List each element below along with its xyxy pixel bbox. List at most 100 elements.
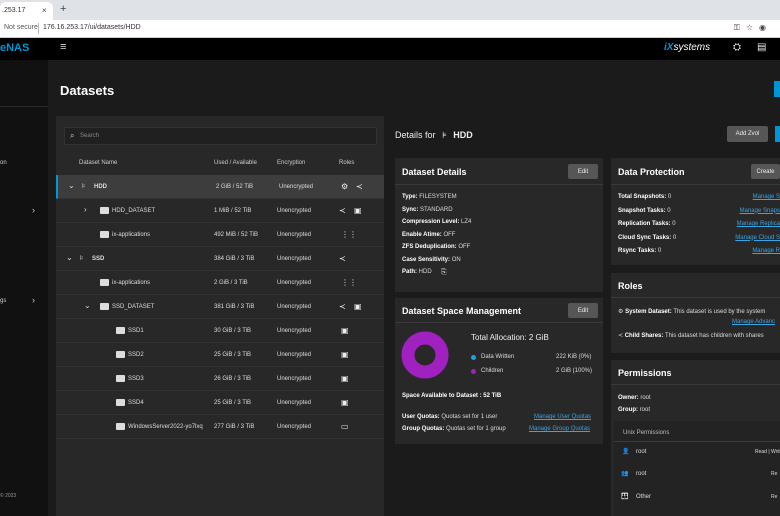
detail-value: LZ4	[461, 219, 472, 225]
details-dataset-name: HDD	[453, 130, 473, 140]
manage-user-quotas-link[interactable]: Manage User Quotas	[534, 414, 591, 420]
menu-icon[interactable]: ≡	[60, 41, 66, 53]
manage-link[interactable]: Manage Cloud S	[735, 235, 780, 241]
new-tab-button[interactable]: +	[60, 3, 66, 15]
space-management-card: Dataset Space Management Edit Total Allo…	[395, 298, 603, 444]
chevron-right-icon[interactable]: ›	[32, 295, 35, 305]
table-row[interactable]: › HDD_DATASET 1 MiB / 52 TiB Unencrypted ≺ ▣	[56, 199, 384, 223]
detail-field: Type: FILESYSTEM	[402, 194, 457, 200]
table-row[interactable]: ix-applications 492 MiB / 52 TiB Unencrypt…	[56, 223, 384, 247]
dataset-name: SSD1	[128, 328, 144, 334]
chevron-right-icon[interactable]: ›	[32, 205, 35, 215]
folder-icon	[116, 423, 125, 430]
address-bar[interactable]: Not secure 176.16.253.17/ui/datasets/HDD…	[0, 20, 780, 38]
truecommand-icon[interactable]: ⛭	[733, 42, 741, 53]
table-row[interactable]: SSD1 30 GiB / 3 TiB Unencrypted ▣	[56, 319, 384, 343]
search-input[interactable]: ⌕ Search	[64, 127, 377, 145]
table-row[interactable]: SSD4 25 GiB / 3 TiB Unencrypted ▣	[56, 391, 384, 415]
protection-key: Rsync Tasks:	[618, 248, 657, 254]
key-icon[interactable]: ⚿	[734, 23, 746, 32]
dataset-used: 2 GiB / 3 TiB	[214, 280, 248, 286]
table-row[interactable]: SSD2 25 GiB / 3 TiB Unencrypted ▣	[56, 343, 384, 367]
sidebar-item-label[interactable]: gs	[0, 298, 6, 304]
app-icon: ▣	[341, 326, 349, 335]
manage-link[interactable]: Manage Snaps	[740, 208, 780, 214]
create-snapshot-button[interactable]: Create	[751, 164, 780, 179]
copy-icon[interactable]: ⎘	[441, 269, 447, 277]
total-allocation: Total Allocation: 2 GiB	[471, 333, 549, 342]
manage-link[interactable]: Manage Replica	[737, 221, 780, 227]
dataset-encryption: Unencrypted	[277, 424, 312, 430]
group-icon: 👥	[621, 471, 629, 477]
detail-field: Sync: STANDARD	[402, 207, 453, 213]
legend-dot-written	[471, 355, 476, 360]
table-row[interactable]: SSD3 26 GiB / 3 TiB Unencrypted ▣	[56, 367, 384, 391]
dataset-used: 30 GiB / 3 TiB	[214, 328, 252, 334]
protection-key: Cloud Sync Tasks:	[618, 234, 672, 241]
ixsystems-logo[interactable]: iXsystems	[664, 42, 710, 53]
tab-title: .253.17	[2, 7, 26, 14]
table-row[interactable]: ⌄ SSD_DATASET 381 GiB / 3 TiB Unencrypted ≺ ▣	[56, 295, 384, 319]
chevron-right-icon[interactable]: ›	[84, 205, 87, 214]
truenas-logo[interactable]: eNAS	[0, 42, 29, 54]
dataset-name: ix-applications	[112, 232, 151, 238]
card-title: Roles	[618, 281, 643, 291]
share-icon: ≺	[618, 333, 624, 339]
owner-field: Owner: root	[618, 395, 651, 401]
roles-card: Roles ⚙ System Dataset: This dataset is …	[611, 273, 780, 353]
edit-button[interactable]: Edit	[568, 164, 598, 179]
perm-entry-value: Read | Writ	[755, 449, 780, 455]
column-header-encryption[interactable]: Encryption	[277, 160, 305, 166]
detail-key: Compression Level:	[402, 219, 460, 225]
sidebar: on › gs › © 2023	[0, 60, 48, 516]
protection-item: Cloud Sync Tasks: 0	[618, 235, 676, 241]
brand-suffix: systems	[673, 42, 711, 53]
manage-link[interactable]: Manage R	[752, 248, 780, 254]
dataset-name: ix-applications	[112, 280, 151, 286]
close-icon[interactable]: ×	[42, 6, 47, 15]
add-zvol-button[interactable]: Add Zvol	[727, 126, 768, 142]
not-secure-label[interactable]: Not secure	[4, 24, 38, 31]
manage-group-quotas-link[interactable]: Manage Group Quotas	[529, 426, 590, 432]
dataset-details-card: Dataset Details Edit Type: FILESYSTEM Syn…	[395, 158, 603, 292]
detail-key: Sync:	[402, 206, 419, 213]
folder-icon	[100, 207, 109, 214]
edit-button[interactable]: Edit	[568, 303, 598, 318]
share-icon: ≺	[339, 254, 346, 263]
add-dataset-button[interactable]	[774, 81, 780, 97]
browser-tab[interactable]: .253.17 ×	[0, 2, 53, 20]
add-dataset-button-2[interactable]	[775, 126, 780, 142]
dataset-used: 25 GiB / 3 TiB	[214, 400, 252, 406]
dataset-used: 381 GiB / 3 TiB	[214, 304, 255, 310]
table-row[interactable]: ix-applications 2 GiB / 3 TiB Unencrypted ⋮…	[56, 271, 384, 295]
table-row[interactable]: ⌄ ⊧ HDD 2 GiB / 52 TiB Unencrypted ⚙ ≺	[56, 175, 384, 199]
table-row[interactable]: WindowsServer2022-yo7lxq 277 GiB / 3 TiB U…	[56, 415, 384, 439]
chevron-down-icon[interactable]: ⌄	[68, 181, 75, 190]
table-row[interactable]: ⌄ ⊧ SSD 384 GiB / 3 TiB Unencrypted ≺	[56, 247, 384, 271]
star-icon[interactable]: ☆	[746, 23, 759, 32]
dataset-used: 26 GiB / 3 TiB	[214, 376, 252, 382]
dataset-used: 384 GiB / 3 TiB	[214, 256, 255, 262]
sidebar-item-label[interactable]: on	[0, 160, 7, 166]
app-icon: ▣	[341, 374, 349, 383]
protection-key: Snapshot Tasks:	[618, 207, 666, 214]
column-header-roles[interactable]: Roles	[339, 160, 354, 166]
legend-value: 222 KiB (0%)	[556, 354, 592, 360]
system-dataset-icon: ⚙	[618, 309, 624, 315]
clipboard-icon[interactable]: ▤	[757, 42, 766, 53]
chevron-down-icon[interactable]: ⌄	[66, 253, 73, 262]
detail-value: OFF	[458, 244, 471, 250]
group-quotas-key: Group Quotas:	[402, 426, 445, 432]
detail-field: Case Sensitivity: ON	[402, 257, 461, 263]
column-header-used[interactable]: Used / Available	[214, 160, 257, 166]
folder-icon	[116, 399, 125, 406]
manage-link[interactable]: Manage S	[753, 194, 780, 200]
protection-key: Replication Tasks:	[618, 221, 671, 227]
data-protection-card: Data Protection Create Total Snapshots: …	[611, 158, 780, 265]
column-header-name[interactable]: Dataset Name	[79, 160, 117, 166]
chevron-down-icon[interactable]: ⌄	[84, 301, 91, 310]
manage-advanced-link[interactable]: Manage Advanc	[732, 319, 775, 325]
profile-icon[interactable]: ◉	[759, 23, 772, 32]
url-text[interactable]: 176.16.253.17/ui/datasets/HDD	[43, 24, 141, 31]
group-quotas-value: Quotas set for 1 group	[446, 426, 506, 432]
